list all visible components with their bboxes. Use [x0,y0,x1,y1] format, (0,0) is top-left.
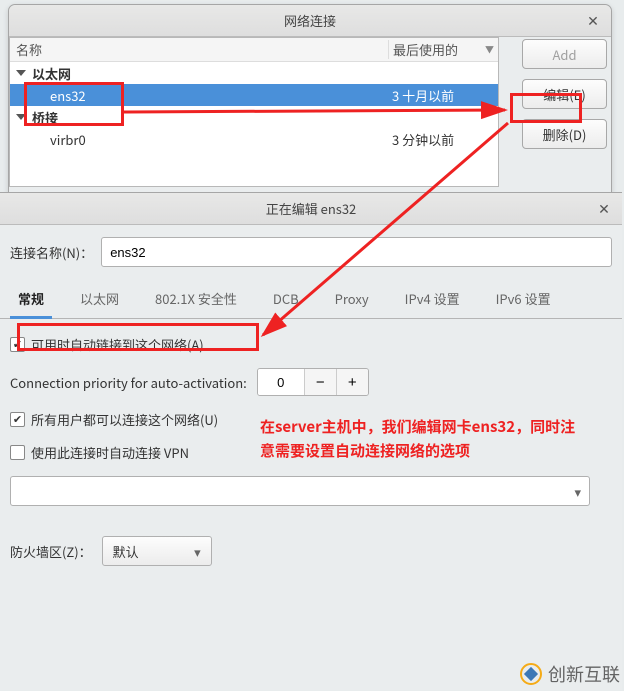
priority-label: Connection priority for auto-activation: [10,373,247,392]
vpn-auto-label: 使用此连接时自动连接 VPN [31,443,189,462]
tab-8021x[interactable]: 802.1X 安全性 [147,283,245,318]
tab-proxy[interactable]: Proxy [327,283,377,318]
auto-connect-checkbox[interactable] [10,337,25,352]
tab-dcb[interactable]: DCB [265,283,307,318]
tab-ipv4[interactable]: IPv4 设置 [397,283,468,318]
window1-body: 名称 最后使用的 ▼ 以太网 ens32 3 十月以前 桥接 virbr0 3 [9,37,611,49]
item-last: 3 十月以前 [388,86,498,105]
tab-ethernet[interactable]: 以太网 [72,283,127,318]
connection-name-row: 连接名称(N)： [0,225,622,275]
window1-title: 网络连接 [284,11,336,30]
chevron-down-icon: ▾ [194,542,201,561]
firewall-zone-label: 防火墙区(Z)： [10,542,92,561]
category-ethernet[interactable]: 以太网 [10,62,498,84]
expand-icon [16,114,26,120]
sort-down-icon: ▼ [485,43,494,56]
watermark-text: 创新互联 [548,661,620,687]
item-name: virbr0 [50,130,388,149]
add-button[interactable]: Add [522,39,607,69]
col-last-header[interactable]: 最后使用的 ▼ [388,40,498,59]
priority-plus-button[interactable]: + [336,369,368,395]
firewall-zone-combo[interactable]: 默认 ▾ [102,536,212,566]
network-connections-window: 网络连接 ✕ 名称 最后使用的 ▼ 以太网 ens32 3 十月以前 桥接 [8,4,612,194]
priority-minus-button[interactable]: − [304,369,336,395]
window1-close-button[interactable]: ✕ [583,11,603,31]
category-label: 桥接 [32,108,58,127]
list-header: 名称 最后使用的 ▼ [10,38,498,62]
priority-row: Connection priority for auto-activation:… [10,368,612,396]
item-name: ens32 [50,86,388,105]
tab-general[interactable]: 常规 [10,283,52,319]
list-item-ens32[interactable]: ens32 3 十月以前 [10,84,498,106]
delete-button[interactable]: 删除(D) [522,119,607,149]
window2-close-button[interactable]: ✕ [594,199,614,219]
priority-input[interactable] [258,369,304,395]
auto-connect-row[interactable]: 可用时自动链接到这个网络(A) [10,335,612,354]
vpn-select[interactable]: ▾ [10,476,590,506]
firewall-zone-value: 默认 [113,542,139,561]
watermark: 创新互联 [520,661,620,687]
all-users-label: 所有用户都可以连接这个网络(U) [31,410,218,429]
all-users-row[interactable]: 所有用户都可以连接这个网络(U) [10,410,612,429]
vpn-auto-checkbox[interactable] [10,445,25,460]
connection-name-label: 连接名称(N)： [10,243,93,262]
edit-button[interactable]: 编辑(E) [522,79,607,109]
category-bridge[interactable]: 桥接 [10,106,498,128]
connection-name-input[interactable] [101,237,612,267]
button-column: Add 编辑(E) 删除(D) [522,39,607,149]
tab-ipv6[interactable]: IPv6 设置 [488,283,559,318]
window2-title: 正在编辑 ens32 [266,199,357,218]
col-last-label: 最后使用的 [393,40,458,59]
window1-titlebar: 网络连接 ✕ [9,5,611,37]
all-users-checkbox[interactable] [10,412,25,427]
list-item-virbr0[interactable]: virbr0 3 分钟以前 [10,128,498,150]
auto-connect-label: 可用时自动链接到这个网络(A) [31,335,204,354]
item-last: 3 分钟以前 [388,130,498,149]
vpn-auto-row[interactable]: 使用此连接时自动连接 VPN [10,443,612,462]
expand-icon [16,70,26,76]
col-name-header[interactable]: 名称 [10,40,388,59]
edit-connection-window: 正在编辑 ens32 ✕ 连接名称(N)： 常规 以太网 802.1X 安全性 … [0,192,622,690]
category-label: 以太网 [32,64,71,83]
connections-list[interactable]: 名称 最后使用的 ▼ 以太网 ens32 3 十月以前 桥接 virbr0 3 [9,37,499,187]
chevron-down-icon: ▾ [574,482,581,501]
priority-spinner[interactable]: − + [257,368,369,396]
tabs: 常规 以太网 802.1X 安全性 DCB Proxy IPv4 设置 IPv6… [0,275,622,319]
window2-titlebar: 正在编辑 ens32 ✕ [0,193,622,225]
firewall-zone-row: 防火墙区(Z)： 默认 ▾ [10,536,612,566]
watermark-logo-icon [520,663,542,685]
tab-body-general: 可用时自动链接到这个网络(A) Connection priority for … [0,319,622,576]
